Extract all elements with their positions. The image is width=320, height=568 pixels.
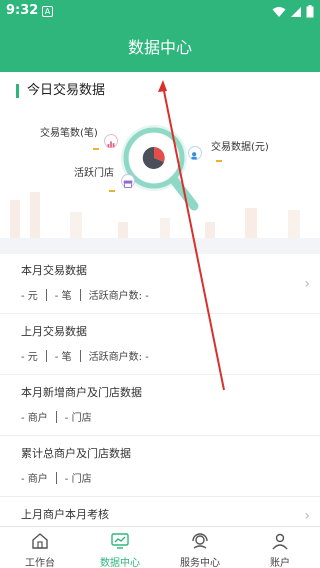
chart-icon: [111, 533, 129, 549]
tab-label: 数据中心: [100, 558, 140, 568]
money-user-icon: [188, 146, 202, 160]
status-bar: 9:32 A: [0, 0, 320, 24]
today-data-card: 今日交易数据 交易笔数(笔) 交易数据(元) 活跃门店: [0, 72, 320, 238]
battery-icon: [306, 5, 314, 18]
notification-a-icon: A: [42, 6, 53, 17]
headset-icon: [192, 533, 208, 549]
stat-count: - 笔: [54, 291, 72, 302]
item-stats: - 元 - 笔 活跃商户数: -: [21, 287, 149, 302]
tab-label: 服务中心: [180, 558, 220, 568]
list-item-this-month[interactable]: 本月交易数据 - 元 - 笔 活跃商户数: - ›: [0, 254, 320, 314]
tab-label: 账户: [270, 558, 290, 568]
stat-amount: - 元: [21, 352, 38, 363]
list-item-new-merchants[interactable]: 本月新增商户及门店数据 - 商户 - 门店: [0, 376, 320, 436]
item-stats: - 商户 - 门店: [21, 409, 92, 424]
item-title: 本月交易数据: [21, 264, 87, 277]
list-item-assessment[interactable]: 上月商户本月考核 ›: [0, 498, 320, 526]
active-stores-label: 活跃门店: [74, 168, 114, 179]
stat-amount: - 元: [21, 291, 38, 302]
item-stats: - 商户 - 门店: [21, 470, 92, 485]
store-icon: [121, 174, 135, 188]
stat-active-merchants: 活跃商户数: -: [88, 352, 149, 363]
page-title: 数据中心: [0, 24, 320, 72]
item-title: 上月交易数据: [21, 325, 87, 338]
item-title: 累计总商户及门店数据: [21, 447, 131, 460]
status-icons: [272, 5, 314, 18]
tx-count-label: 交易笔数(笔): [40, 128, 98, 139]
data-list: 本月交易数据 - 元 - 笔 活跃商户数: - › 上月交易数据 - 元 - 笔…: [0, 254, 320, 526]
stat-merchants: - 商户: [21, 474, 48, 485]
tab-data-center[interactable]: 数据中心: [80, 527, 160, 568]
list-item-last-month[interactable]: 上月交易数据 - 元 - 笔 活跃商户数: -: [0, 315, 320, 375]
item-title: 本月新增商户及门店数据: [21, 386, 142, 399]
section-gap: [0, 238, 320, 254]
chevron-right-icon: ›: [304, 508, 310, 524]
tx-count-value-dash: [93, 148, 99, 150]
tab-service-center[interactable]: 服务中心: [160, 527, 240, 568]
stat-count: - 笔: [54, 352, 72, 363]
user-icon: [272, 533, 288, 550]
item-title: 上月商户本月考核: [21, 508, 109, 521]
active-stores-value-dash: [109, 190, 115, 192]
chevron-right-icon: ›: [304, 276, 310, 292]
wifi-icon: [272, 6, 286, 17]
item-stats: - 元 - 笔 活跃商户数: -: [21, 348, 149, 363]
today-data-title: 今日交易数据: [16, 84, 105, 98]
tab-account[interactable]: 账户: [240, 527, 320, 568]
status-time: 9:32: [6, 3, 39, 18]
tx-amount-label: 交易数据(元): [211, 142, 269, 153]
home-icon: [32, 533, 48, 549]
tab-workbench[interactable]: 工作台: [0, 527, 80, 568]
magnifier-chart-illustration: [121, 125, 199, 211]
stat-active-merchants: 活跃商户数: -: [88, 291, 149, 302]
bottom-tab-bar: 工作台 数据中心 服务中心 账户: [0, 526, 320, 568]
tx-amount-value-dash: [216, 160, 222, 162]
list-item-total-merchants[interactable]: 累计总商户及门店数据 - 商户 - 门店: [0, 437, 320, 497]
bar-chart-icon: [104, 134, 118, 148]
stat-stores: - 门店: [64, 413, 92, 424]
stat-merchants: - 商户: [21, 413, 48, 424]
stat-stores: - 门店: [64, 474, 92, 485]
signal-icon: [291, 6, 301, 17]
tab-label: 工作台: [25, 558, 55, 568]
